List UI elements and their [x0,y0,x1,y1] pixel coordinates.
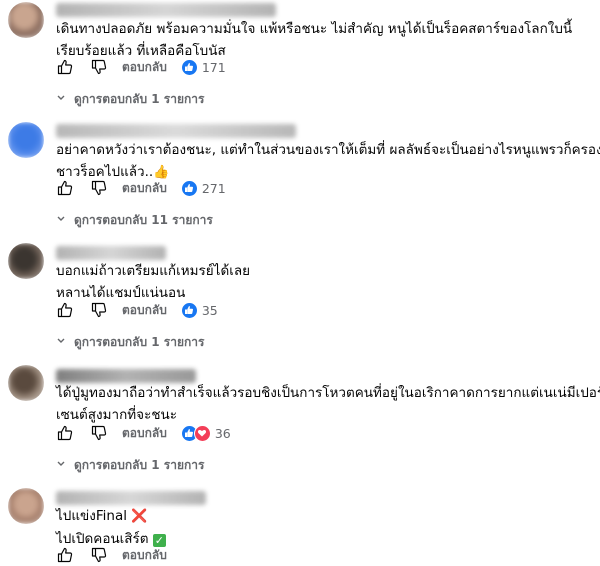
reply-arrow-icon [56,459,68,471]
avatar[interactable] [8,122,44,158]
reply-arrow-icon [56,336,68,348]
comment-line: บอกแม่ถ้าวเตรียมแก้เหมรย์ได้เลย [56,263,251,279]
avatar[interactable] [8,488,44,524]
thumbs-down-outline-icon[interactable] [90,58,108,76]
like-reaction-icon [180,58,198,76]
reply-button[interactable]: ตอบกลับ [122,179,167,198]
reaction-count: 35 [201,302,218,318]
thumbs-up-outline-icon[interactable] [56,424,74,442]
comment-line-text: ไปแข่งFinal [56,508,127,524]
view-replies-link[interactable]: ดูการตอบกลับ 1 รายการ [56,456,204,474]
commenter-name[interactable] [56,369,196,383]
comment-actions: ตอบกลับ 171 [56,57,226,77]
comment-text: ได้ปู่มูทองมาถือว่าทำสำเร็จแล้วรอบชิงเป็… [56,382,600,426]
comment-actions: ตอบกลับ [56,545,181,565]
view-replies-link[interactable]: ดูการตอบกลับ 11 รายการ [56,211,213,229]
view-replies-label: ดูการตอบกลับ 1 รายการ [74,91,205,106]
comment-text: เดินทางปลอดภัย พร้อมความมั่นใจ แพ้หรือชน… [56,18,572,62]
reply-button[interactable]: ตอบกลับ [122,301,167,320]
thumbs-up-outline-icon[interactable] [56,546,74,564]
reaction-summary[interactable]: 36 [180,424,231,442]
comment-line: อย่าคาดหวังว่าเราต้องชนะ, แต่ทำในส่วนของ… [56,142,600,158]
reaction-summary[interactable]: 35 [180,301,218,319]
thumbs-down-outline-icon[interactable] [90,424,108,442]
view-replies-link[interactable]: ดูการตอบกลับ 1 รายการ [56,90,204,108]
reply-button[interactable]: ตอบกลับ [122,546,167,565]
thumbs-up-outline-icon[interactable] [56,179,74,197]
thumbs-down-outline-icon[interactable] [90,546,108,564]
comment-actions: ตอบกลับ 36 [56,423,231,443]
commenter-name[interactable] [56,3,276,17]
thumbs-down-outline-icon[interactable] [90,179,108,197]
view-replies-label: ดูการตอบกลับ 1 รายการ [74,334,205,349]
view-replies-label: ดูการตอบกลับ 1 รายการ [74,457,205,472]
thumbs-up-outline-icon[interactable] [56,58,74,76]
comment-line: ได้ปู่มูทองมาถือว่าทำสำเร็จแล้วรอบชิงเป็… [56,385,600,401]
view-replies-link[interactable]: ดูการตอบกลับ 1 รายการ [56,333,204,351]
reply-arrow-icon [56,93,68,105]
avatar[interactable] [8,2,44,38]
commenter-name[interactable] [56,246,166,260]
reaction-summary[interactable]: 271 [180,179,226,197]
reaction-count: 271 [201,180,226,196]
comment-actions: ตอบกลับ 271 [56,178,226,198]
reaction-count: 36 [214,425,231,441]
reaction-summary[interactable]: 171 [180,58,226,76]
avatar[interactable] [8,365,44,401]
comment-text: ไปแข่งFinal ❌ ไปเปิดคอนเสิร์ต ✓ [56,505,166,550]
commenter-name[interactable] [56,491,206,505]
thumbs-down-outline-icon[interactable] [90,301,108,319]
reply-arrow-icon [56,214,68,226]
thumbs-up-outline-icon[interactable] [56,301,74,319]
view-replies-label: ดูการตอบกลับ 11 รายการ [74,212,213,227]
comment-actions: ตอบกลับ 35 [56,300,218,320]
like-reaction-icon [180,301,198,319]
reaction-count: 171 [201,59,226,75]
reply-button[interactable]: ตอบกลับ [122,58,167,77]
avatar[interactable] [8,243,44,279]
commenter-name[interactable] [56,124,296,138]
like-reaction-icon [180,179,198,197]
love-reaction-icon [193,424,211,442]
comment-line: ไปแข่งFinal ❌ [56,505,166,528]
comment-text: บอกแม่ถ้าวเตรียมแก้เหมรย์ได้เลย หลานได้แ… [56,260,250,304]
reply-button[interactable]: ตอบกลับ [122,424,167,443]
comment-line: เดินทางปลอดภัย พร้อมความมั่นใจ แพ้หรือชน… [56,21,573,37]
cross-mark-emoji-icon: ❌ [131,509,148,524]
